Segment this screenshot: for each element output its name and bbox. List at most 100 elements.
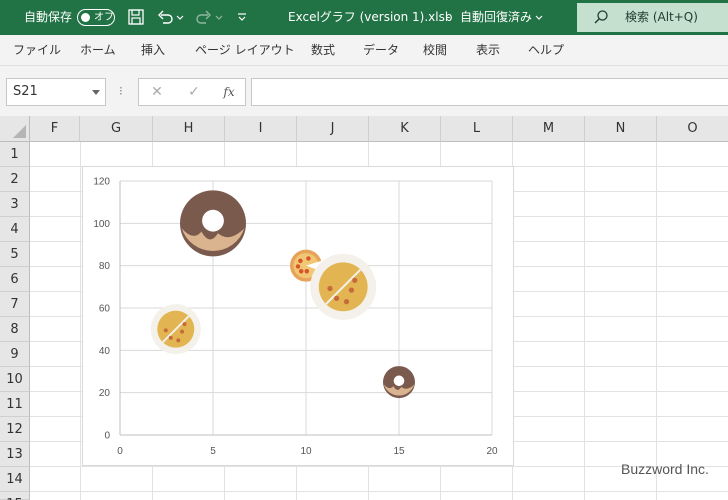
pizza-pepperoni [304, 269, 310, 274]
search-label: 検索 (Alt+Q) [625, 10, 698, 24]
undo-icon[interactable] [155, 7, 175, 27]
chart-plot: 0 20 40 60 80 100 120 0 5 10 15 20 [93, 177, 498, 458]
tab-file[interactable]: ファイル [13, 35, 61, 66]
watermark: Buzzword Inc. [621, 461, 709, 477]
row-header-8[interactable]: 8 [0, 317, 30, 342]
enter-icon[interactable]: ✓ [179, 79, 209, 105]
tab-page-layout[interactable]: ページ レイアウト [195, 35, 295, 66]
tab-view[interactable]: 表示 [476, 35, 500, 66]
customize-qat-icon[interactable] [236, 7, 248, 27]
y-tick-label: 0 [104, 431, 110, 442]
autosave-toggle[interactable]: オフ [77, 9, 115, 26]
name-box[interactable]: S21 [6, 78, 106, 106]
x-tick-label: 5 [210, 446, 216, 457]
y-tick-label: 20 [99, 388, 111, 399]
y-tick-label: 60 [99, 304, 111, 315]
y-tick-label: 100 [93, 219, 110, 230]
formula-bar: S21 ⁝ ✕ ✓ fx [0, 66, 728, 116]
x-tick-label: 20 [486, 446, 498, 457]
select-all-triangle-icon [13, 125, 26, 138]
toggle-knob-icon [81, 13, 90, 22]
row-header-4[interactable]: 4 [0, 217, 30, 242]
name-box-value: S21 [13, 84, 38, 99]
row-header-12[interactable]: 12 [0, 417, 30, 442]
save-icon[interactable] [126, 7, 146, 27]
tortilla-dot [176, 338, 181, 343]
x-tick-label: 10 [300, 446, 312, 457]
select-all-button[interactable] [0, 116, 30, 142]
tortilla-dot [163, 328, 168, 333]
pizza-pepperoni [298, 269, 304, 274]
column-header-o[interactable]: O [657, 116, 728, 142]
ribbon-tabs: ファイル ホーム 挿入 ページ レイアウト 数式 データ 校閲 表示 ヘルプ [0, 35, 728, 66]
column-header-j[interactable]: J [297, 116, 369, 142]
column-header-m[interactable]: M [513, 116, 585, 142]
title-separator: - [446, 10, 451, 24]
chevron-down-icon[interactable] [534, 7, 544, 27]
tortilla-dot [343, 299, 350, 305]
scatter-point-tortilla-icon [150, 304, 201, 355]
scatter-chart[interactable]: 0 20 40 60 80 100 120 0 5 10 15 20 [82, 166, 514, 466]
tab-help[interactable]: ヘルプ [528, 35, 564, 66]
redo-icon[interactable] [194, 7, 214, 27]
save-status[interactable]: 自動回復済み [460, 0, 532, 35]
donut-hole [202, 209, 224, 232]
row-header-13[interactable]: 13 [0, 442, 30, 467]
row-header-3[interactable]: 3 [0, 192, 30, 217]
cancel-icon[interactable]: ✕ [142, 79, 172, 105]
autosave-state: オフ [94, 12, 114, 23]
scatter-point-donut-icon [180, 190, 246, 257]
donut-hole [393, 375, 405, 387]
tab-review[interactable]: 校閲 [423, 35, 447, 66]
undo-dropdown-icon[interactable] [175, 7, 185, 27]
tortilla-dot [180, 329, 185, 334]
column-header-f[interactable]: F [30, 116, 80, 142]
scatter-point-donut-icon [383, 366, 415, 399]
tab-formulas[interactable]: 数式 [311, 35, 335, 66]
autosave-label: 自動保存 [24, 10, 73, 24]
search-icon [594, 10, 608, 24]
row-header-6[interactable]: 6 [0, 267, 30, 292]
search-box[interactable]: 検索 (Alt+Q) [577, 3, 728, 32]
name-box-dropdown-icon[interactable] [92, 90, 100, 95]
tortilla-dot [352, 277, 358, 283]
redo-dropdown-icon[interactable] [214, 7, 224, 27]
row-header-15[interactable]: 15 [0, 492, 30, 500]
row-header-2[interactable]: 2 [0, 167, 30, 192]
row-header-9[interactable]: 9 [0, 342, 30, 367]
row-header-11[interactable]: 11 [0, 392, 30, 417]
y-tick-label: 120 [93, 177, 110, 188]
x-tick-label: 15 [393, 446, 405, 457]
more-options-icon[interactable]: ⁝ [119, 83, 125, 99]
scatter-point-tortilla-icon [310, 253, 377, 320]
formula-input[interactable] [251, 78, 728, 106]
tortilla-dot [182, 322, 187, 327]
title-bar: 自動保存 オフ Excelグラフ (version 1).xlsb - 自動回復… [0, 0, 728, 35]
row-header-10[interactable]: 10 [0, 367, 30, 392]
column-header-g[interactable]: G [80, 116, 153, 142]
column-header-h[interactable]: H [153, 116, 225, 142]
y-tick-label: 40 [99, 346, 111, 357]
tab-home[interactable]: ホーム [80, 35, 116, 66]
insert-function-icon[interactable]: fx [214, 79, 244, 105]
pizza-pepperoni [306, 256, 311, 261]
formula-buttons: ✕ ✓ fx [138, 78, 246, 106]
pizza-pepperoni [295, 264, 301, 269]
column-header-i[interactable]: I [225, 116, 297, 142]
column-header-k[interactable]: K [369, 116, 441, 142]
tortilla-dot [327, 285, 333, 292]
tab-data[interactable]: データ [363, 35, 399, 66]
file-name: Excelグラフ (version 1).xlsb [288, 10, 453, 24]
row-header-14[interactable]: 14 [0, 467, 30, 492]
row-header-7[interactable]: 7 [0, 292, 30, 317]
column-header-n[interactable]: N [585, 116, 657, 142]
column-header-l[interactable]: L [441, 116, 513, 142]
pizza-pepperoni [298, 258, 303, 264]
row-header-1[interactable]: 1 [0, 142, 30, 167]
x-tick-label: 0 [117, 446, 123, 457]
row-header-5[interactable]: 5 [0, 242, 30, 267]
tortilla-dot [168, 335, 173, 340]
y-tick-label: 80 [99, 261, 111, 272]
tab-insert[interactable]: 挿入 [141, 35, 165, 66]
tortilla-dot [348, 287, 355, 293]
